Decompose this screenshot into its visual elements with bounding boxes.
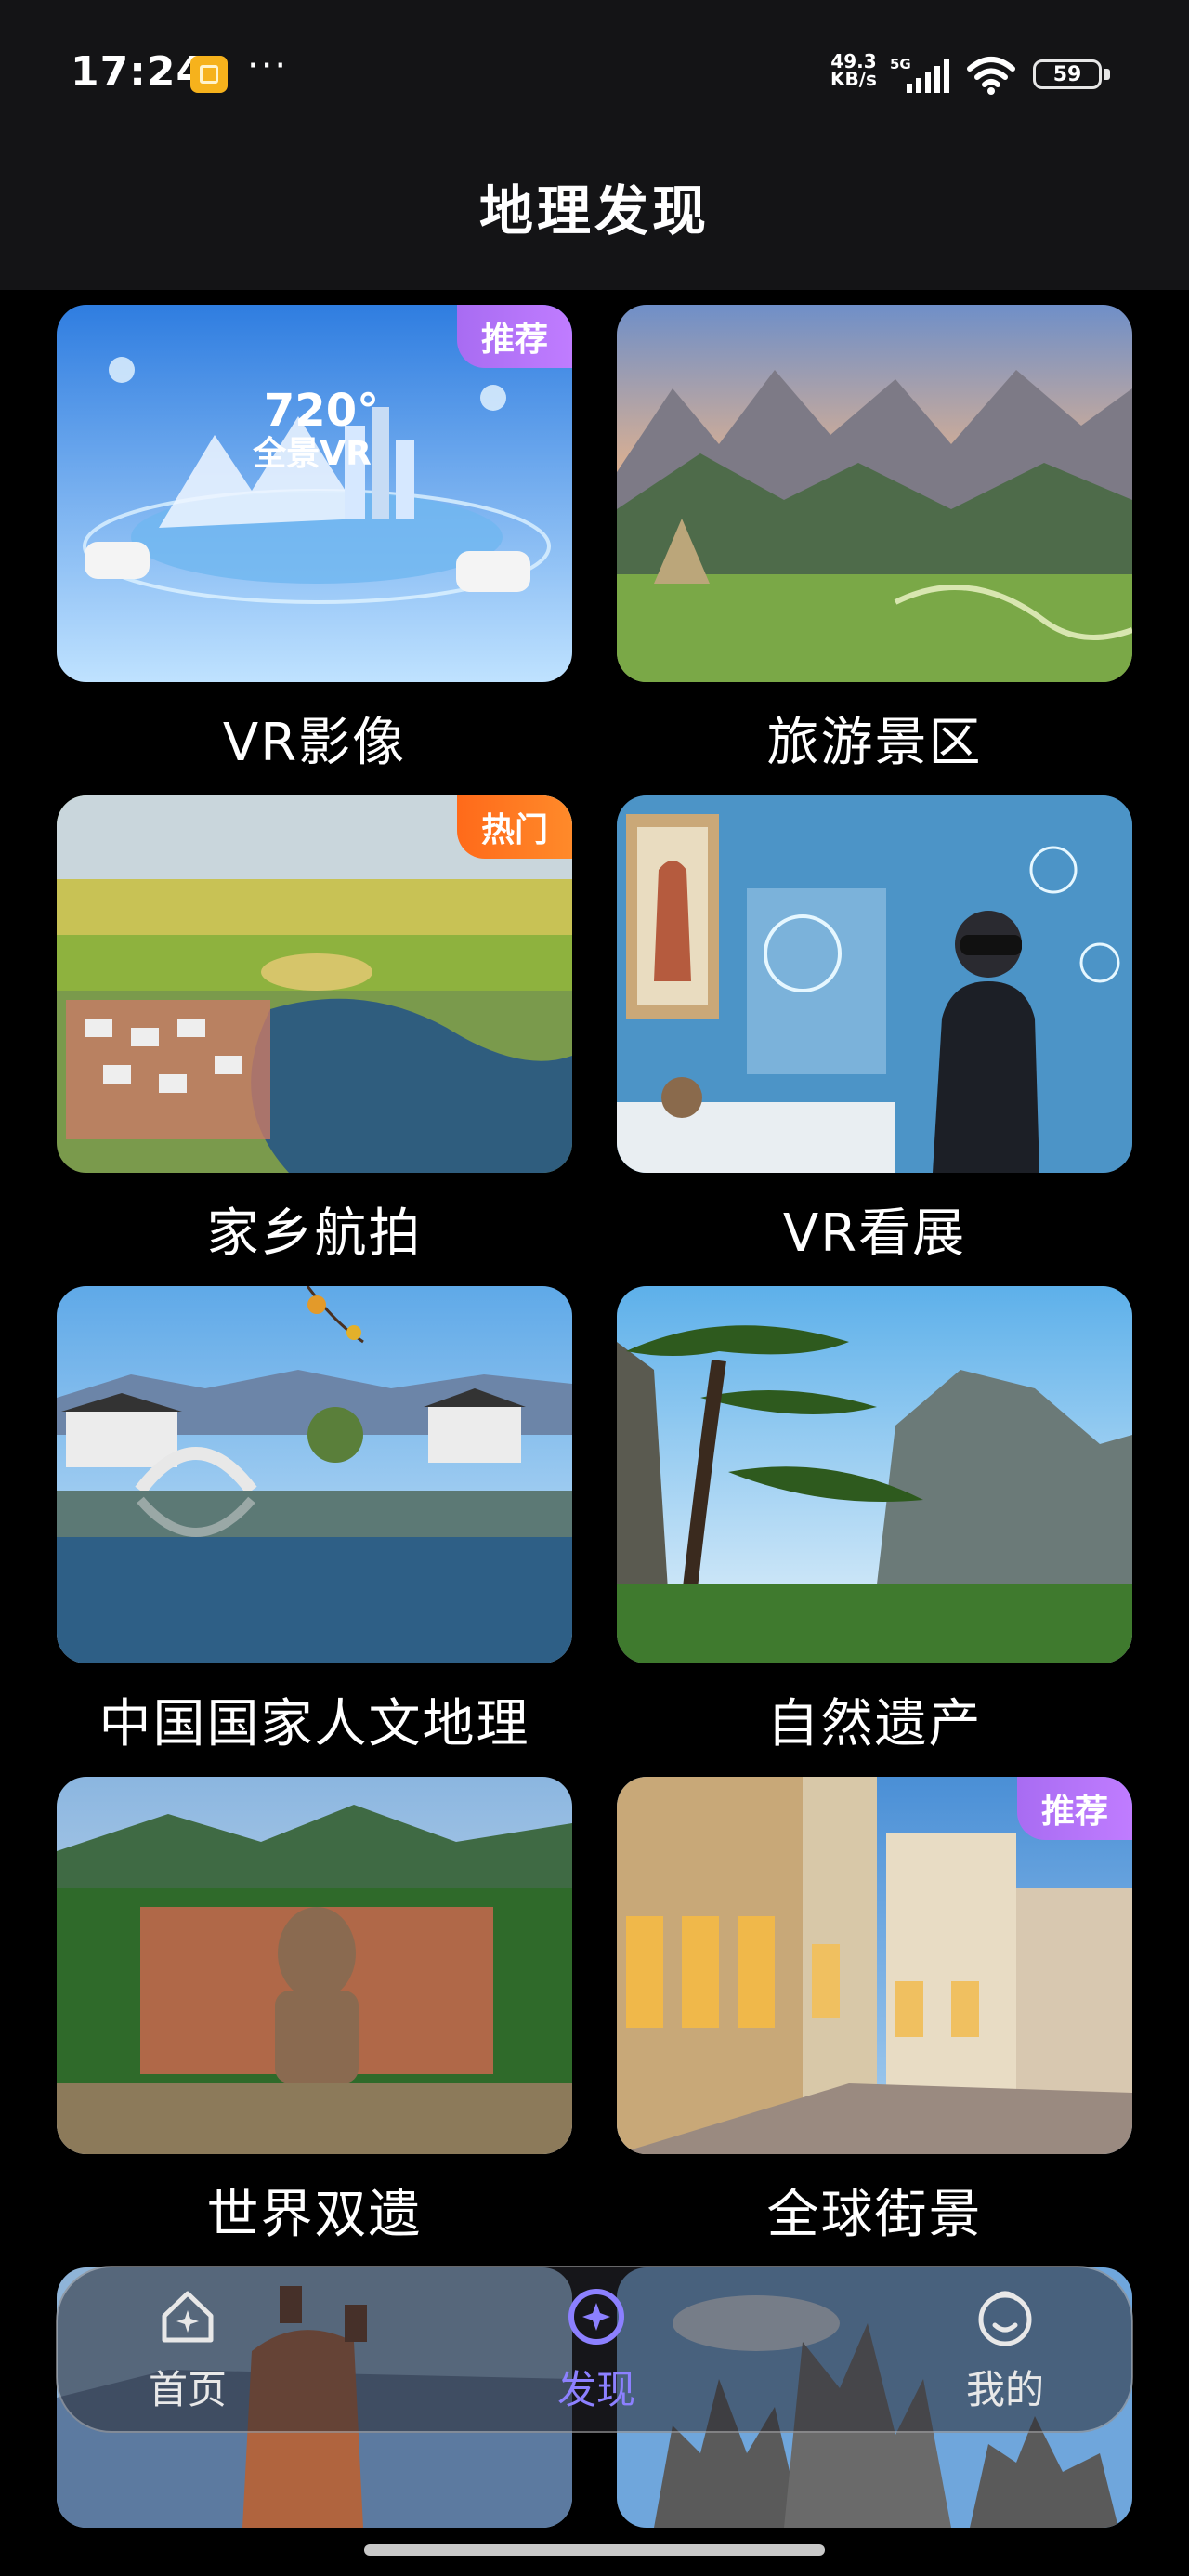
- wifi-icon: [967, 57, 1015, 95]
- recommend-tag: 推荐: [1016, 1777, 1132, 1840]
- home-icon: [162, 2291, 214, 2343]
- tab-home-label: 首页: [148, 2367, 227, 2412]
- battery-cap: [1104, 69, 1110, 80]
- card-world-dual-heritage[interactable]: 世界双遗: [57, 1777, 572, 2248]
- card-label: 家乡航拍: [206, 1203, 423, 1264]
- hot-tag: 热门: [456, 795, 572, 859]
- card-china-human-geography[interactable]: 中国国家人文地理: [57, 1286, 572, 1757]
- profile-icon: [978, 2291, 1032, 2346]
- status-bar: 17:24 ··· 49.3 KB/s 5G 59: [0, 0, 1189, 149]
- card-thumbnail[interactable]: [617, 1286, 1132, 1663]
- card-thumbnail[interactable]: 720° 全景VR 推荐: [57, 305, 572, 682]
- tab-discover[interactable]: 发现: [494, 2284, 699, 2424]
- vr-badge-text: 全景VR: [252, 434, 372, 473]
- more-notifications-icon: ···: [247, 45, 289, 87]
- card-vr-exhibition[interactable]: VR看展: [617, 795, 1132, 1267]
- card-hometown-aerial[interactable]: 热门 家乡航拍: [57, 795, 572, 1267]
- network-speed: 49.3 KB/s: [830, 52, 877, 90]
- tab-home[interactable]: 首页: [85, 2284, 290, 2424]
- discover-icon: [568, 2289, 624, 2345]
- card-thumbnail[interactable]: [57, 1286, 572, 1663]
- card-thumbnail[interactable]: [617, 305, 1132, 682]
- card-thumbnail[interactable]: [617, 795, 1132, 1173]
- cellular-signal-icon: 5G: [890, 58, 949, 93]
- page-title: 地理发现: [478, 179, 710, 243]
- top-bar: 17:24 ··· 49.3 KB/s 5G 59 地理发现: [0, 0, 1189, 290]
- battery-icon: 59: [1033, 59, 1102, 89]
- museum-exhibition-image: [617, 795, 1132, 1173]
- home-indicator[interactable]: [364, 2544, 825, 2556]
- network-speed-unit: KB/s: [830, 68, 877, 90]
- card-label: VR影像: [222, 713, 407, 773]
- giant-buddha-image: [57, 1777, 572, 2154]
- card-label: 旅游景区: [766, 713, 983, 773]
- card-tourist-spots[interactable]: 旅游景区: [617, 305, 1132, 776]
- notification-app-icon: [190, 56, 228, 93]
- mountain-landscape-image: [617, 305, 1132, 682]
- bottom-tab-bar: 首页 发现 我的: [56, 2266, 1133, 2433]
- recommend-tag: 推荐: [456, 305, 572, 368]
- tab-profile[interactable]: 我的: [903, 2284, 1107, 2424]
- network-type: 5G: [890, 58, 911, 72]
- card-thumbnail[interactable]: 推荐: [617, 1777, 1132, 2154]
- card-label: VR看展: [782, 1203, 967, 1264]
- card-thumbnail[interactable]: 热门: [57, 795, 572, 1173]
- card-global-street-view[interactable]: 推荐 全球街景: [617, 1777, 1132, 2248]
- status-time: 17:24: [71, 48, 206, 96]
- card-label: 中国国家人文地理: [98, 1694, 530, 1755]
- ancient-village-bridge-image: [57, 1286, 572, 1663]
- card-vr-video[interactable]: 720° 全景VR 推荐 VR影像: [57, 305, 572, 776]
- card-label: 世界双遗: [206, 2185, 423, 2245]
- tab-profile-label: 我的: [965, 2367, 1044, 2412]
- tab-discover-label: 发现: [556, 2367, 635, 2412]
- card-label: 全球街景: [766, 2185, 983, 2245]
- pine-cliff-image: [617, 1286, 1132, 1663]
- card-natural-heritage[interactable]: 自然遗产: [617, 1286, 1132, 1757]
- vr-badge-degree: 720°: [264, 385, 379, 437]
- battery-level: 59: [1052, 62, 1082, 86]
- card-thumbnail[interactable]: [57, 1777, 572, 2154]
- card-label: 自然遗产: [766, 1694, 983, 1755]
